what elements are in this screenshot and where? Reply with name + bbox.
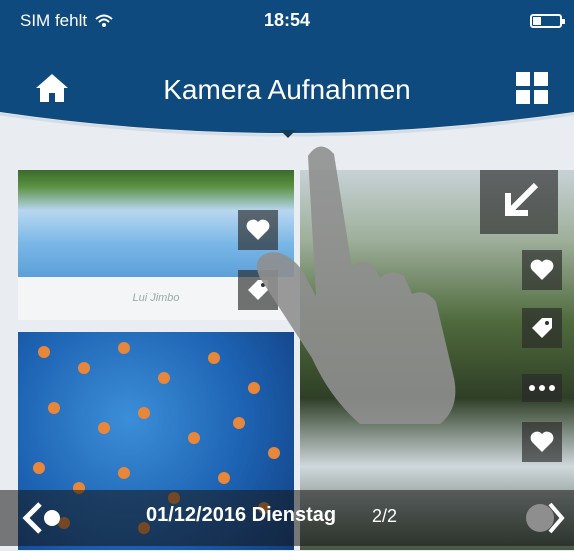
tap-gesture-hand-icon: [256, 146, 456, 424]
page-title: Kamera Aufnahmen: [163, 74, 411, 105]
next-arrow-icon[interactable]: [522, 498, 566, 538]
heart-icon: [530, 431, 554, 452]
page-counter: 2/2: [372, 506, 398, 526]
favorite-button-3[interactable]: [522, 422, 562, 462]
back-arrow-icon[interactable]: [22, 500, 66, 536]
battery-icon: [530, 14, 565, 28]
status-bar: SIM fehlt 18:54: [0, 0, 574, 42]
more-icon: [529, 385, 555, 391]
nav-bar: Kamera Aufnahmen: [0, 42, 574, 142]
expand-arrow-icon: [505, 182, 539, 216]
tag-icon: [532, 318, 552, 338]
tag-button-2[interactable]: [522, 308, 562, 348]
expand-button[interactable]: [480, 170, 558, 234]
grid-icon: [516, 72, 548, 104]
clock: 18:54: [263, 10, 311, 30]
more-button[interactable]: [522, 374, 562, 402]
heart-icon: [530, 259, 554, 280]
grid-view-button[interactable]: [512, 68, 552, 108]
date-bar: 01/12/2016 Dienstag 2/2: [0, 490, 574, 546]
favorite-button-2[interactable]: [522, 250, 562, 290]
date-label: 01/12/2016 Dienstag: [146, 504, 337, 526]
